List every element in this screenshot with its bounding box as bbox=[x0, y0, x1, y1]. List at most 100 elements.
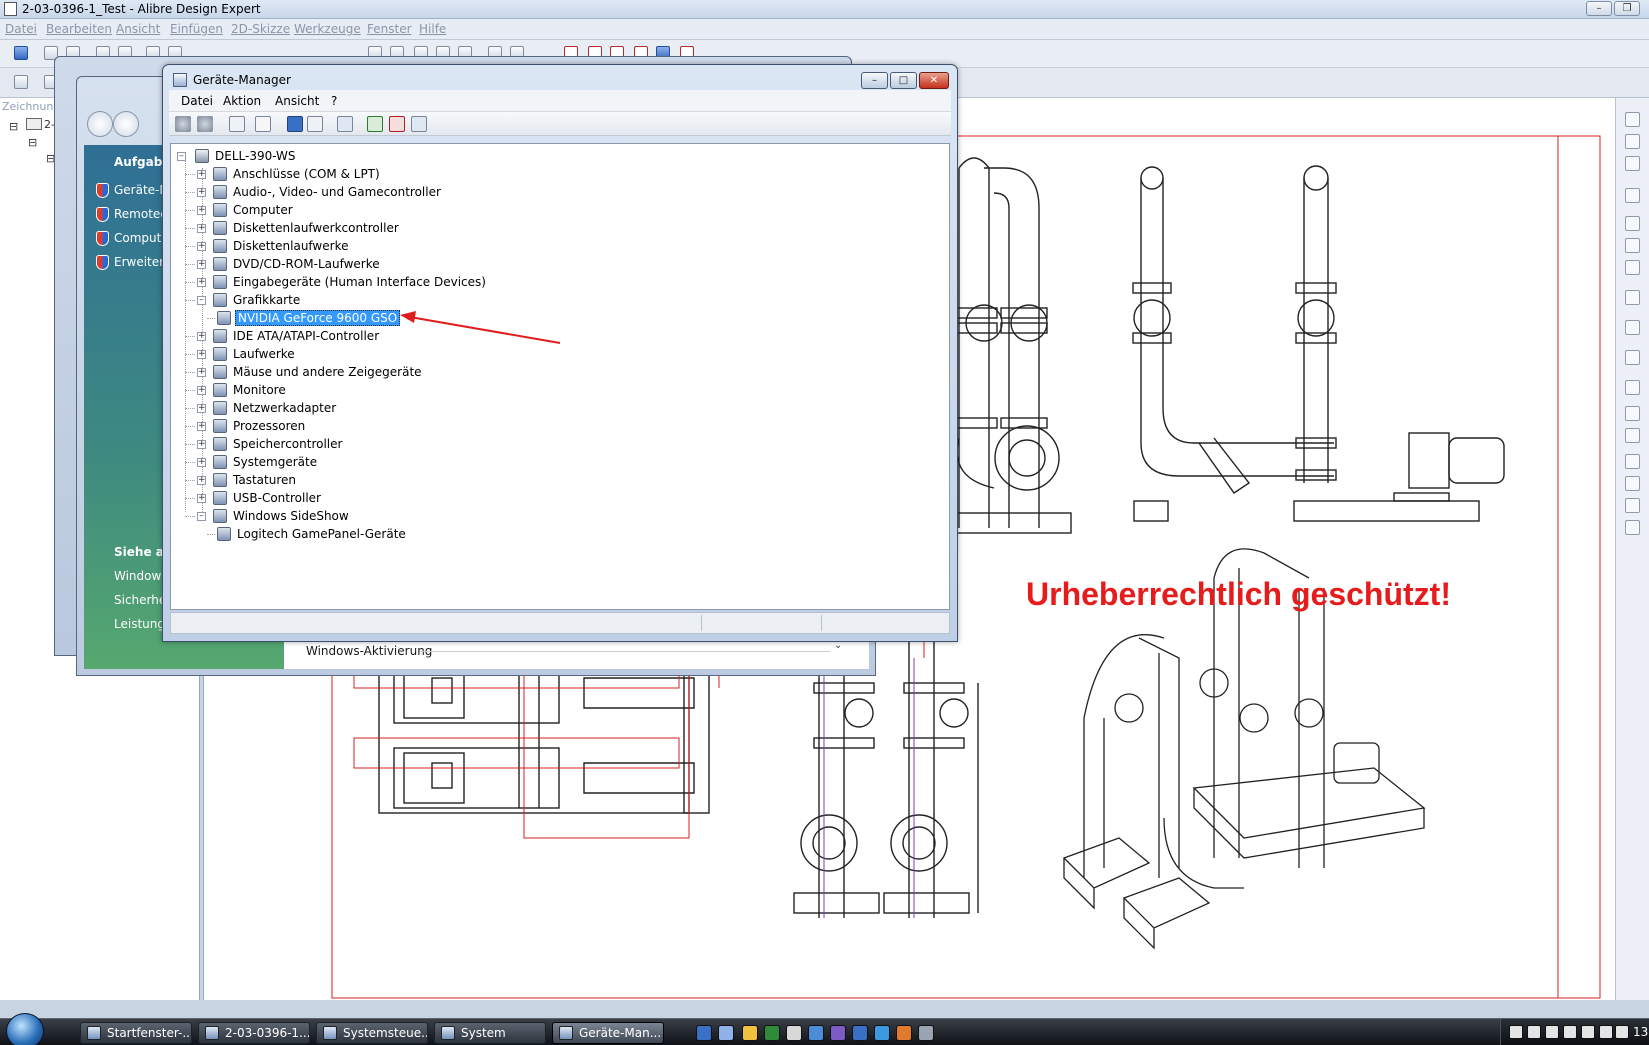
tray-warning-icon[interactable] bbox=[1545, 1025, 1559, 1039]
sketch-line-icon[interactable] bbox=[1625, 216, 1640, 231]
forward-arrow-icon[interactable] bbox=[197, 116, 213, 132]
device-category-row[interactable]: + Computer bbox=[185, 202, 595, 219]
cad-menu-bearbeiten[interactable]: Bearbeiten bbox=[46, 22, 112, 36]
start-button[interactable] bbox=[6, 1013, 44, 1045]
view-icon[interactable] bbox=[307, 116, 323, 132]
clock[interactable]: 13 bbox=[1633, 1025, 1648, 1039]
tree-root-row[interactable]: – DELL-390-WS bbox=[177, 148, 477, 165]
grid-icon[interactable] bbox=[1625, 112, 1640, 127]
device-category-row[interactable]: – Grafikkarte bbox=[185, 292, 595, 309]
tray-info-icon[interactable] bbox=[1563, 1025, 1577, 1039]
mirror-icon[interactable] bbox=[1625, 520, 1640, 535]
expand-icon[interactable]: + bbox=[197, 206, 206, 215]
tray-firefox-icon[interactable] bbox=[1509, 1025, 1523, 1039]
expand-icon[interactable]: + bbox=[197, 386, 206, 395]
device-category-row[interactable]: + Tastaturen bbox=[185, 472, 595, 489]
expand-icon[interactable]: + bbox=[197, 350, 206, 359]
update-driver-icon[interactable] bbox=[367, 116, 383, 132]
quicklaunch-app-icon[interactable] bbox=[830, 1025, 846, 1041]
quicklaunch-app-icon[interactable] bbox=[786, 1025, 802, 1041]
menu-aktion[interactable]: Aktion bbox=[223, 94, 261, 108]
device-row[interactable]: NVIDIA GeForce 9600 GSO bbox=[207, 310, 615, 327]
tray-display-icon[interactable] bbox=[1581, 1025, 1595, 1039]
device-category-row[interactable]: + Systemgeräte bbox=[185, 454, 595, 471]
collapse-icon[interactable]: – bbox=[197, 296, 206, 305]
tree-collapse-icon[interactable]: ⊟ bbox=[9, 120, 18, 133]
expand-icon[interactable]: + bbox=[197, 458, 206, 467]
collapse-icon[interactable]: – bbox=[197, 512, 206, 521]
line-icon[interactable] bbox=[1625, 156, 1640, 171]
task-link-advanced[interactable]: Erweitert bbox=[114, 255, 169, 269]
show-hide-console-tree-icon[interactable] bbox=[229, 116, 245, 132]
expand-icon[interactable]: + bbox=[197, 476, 206, 485]
close-button[interactable]: ✕ bbox=[919, 72, 949, 89]
task-link-computer-protection[interactable]: Compute bbox=[114, 231, 169, 245]
crosshair-icon[interactable] bbox=[1625, 134, 1640, 149]
offset-icon[interactable] bbox=[1625, 498, 1640, 513]
expand-icon[interactable]: + bbox=[197, 332, 206, 341]
hatch-icon[interactable] bbox=[1625, 380, 1640, 395]
device-category-row[interactable]: + Netzwerkadapter bbox=[185, 400, 595, 417]
scan-hardware-icon[interactable] bbox=[337, 116, 353, 132]
device-category-row[interactable]: + Mäuse und andere Zeigegeräte bbox=[185, 364, 595, 381]
device-category-row[interactable]: + Audio-, Video- und Gamecontroller bbox=[185, 184, 595, 201]
trim-icon[interactable] bbox=[1625, 428, 1640, 443]
device-category-row[interactable]: + Anschlüsse (COM & LPT) bbox=[185, 166, 595, 183]
expand-icon[interactable]: + bbox=[197, 422, 206, 431]
cad-menu-hilfe[interactable]: Hilfe bbox=[419, 22, 446, 36]
expand-icon[interactable]: + bbox=[197, 404, 206, 413]
cad-restore-button[interactable]: ❐ bbox=[1614, 1, 1640, 16]
device-category-row[interactable]: – Windows SideShow bbox=[185, 508, 595, 525]
device-category-row[interactable]: + Eingabegeräte (Human Interface Devices) bbox=[185, 274, 595, 291]
expand-icon[interactable]: + bbox=[197, 242, 206, 251]
menu-ansicht[interactable]: Ansicht bbox=[275, 94, 319, 108]
cad-menu-ansicht[interactable]: Ansicht bbox=[116, 22, 160, 36]
back-icon[interactable] bbox=[87, 111, 113, 137]
device-category-row[interactable]: + Prozessoren bbox=[185, 418, 595, 435]
tray-volume-icon[interactable] bbox=[1615, 1025, 1629, 1039]
cad-menu-datei[interactable]: Datei bbox=[5, 22, 37, 36]
maximize-button[interactable]: □ bbox=[890, 72, 917, 89]
taskbar-button-system[interactable]: System bbox=[434, 1022, 546, 1044]
new-file-icon[interactable] bbox=[14, 46, 28, 60]
help-icon[interactable] bbox=[287, 116, 303, 132]
expand-icon[interactable]: + bbox=[197, 278, 206, 287]
minimize-button[interactable]: – bbox=[861, 72, 888, 89]
point-icon[interactable] bbox=[1625, 350, 1640, 365]
tree-collapse-icon[interactable]: ⊟ bbox=[28, 136, 37, 149]
quicklaunch-media-icon[interactable] bbox=[742, 1025, 758, 1041]
expand-icon[interactable]: + bbox=[197, 224, 206, 233]
device-category-row[interactable]: + USB-Controller bbox=[185, 490, 595, 507]
polygon-icon[interactable] bbox=[1625, 320, 1640, 335]
cad-menu-fenster[interactable]: Fenster bbox=[367, 22, 412, 36]
measure-icon[interactable] bbox=[1625, 406, 1640, 421]
expand-icon[interactable]: + bbox=[197, 440, 206, 449]
device-row[interactable]: Logitech GamePanel-Geräte bbox=[207, 526, 615, 543]
device-category-row[interactable]: + Speichercontroller bbox=[185, 436, 595, 453]
menu-datei[interactable]: Datei bbox=[181, 94, 213, 108]
see-also-link-performance[interactable]: Leistung bbox=[114, 617, 165, 631]
forward-icon[interactable] bbox=[113, 111, 139, 137]
properties-icon[interactable] bbox=[255, 116, 271, 132]
tray-m-icon[interactable] bbox=[1599, 1025, 1613, 1039]
quicklaunch-excel-icon[interactable] bbox=[764, 1025, 780, 1041]
arc-icon[interactable] bbox=[1625, 260, 1640, 275]
quicklaunch-ie-icon[interactable] bbox=[874, 1025, 890, 1041]
cad-minimize-button[interactable]: – bbox=[1586, 1, 1612, 16]
rectangle-icon[interactable] bbox=[1625, 290, 1640, 305]
quicklaunch-desktop-icon[interactable] bbox=[696, 1025, 712, 1041]
cad-menu-2d-skizze[interactable]: 2D-Skizze bbox=[231, 22, 290, 36]
quicklaunch-window-switch-icon[interactable] bbox=[718, 1025, 734, 1041]
device-category-row[interactable]: + Diskettenlaufwerke bbox=[185, 238, 595, 255]
cad-menu-einfuegen[interactable]: Einfügen bbox=[170, 22, 223, 36]
uninstall-icon[interactable] bbox=[389, 116, 405, 132]
expand-icon[interactable]: + bbox=[197, 188, 206, 197]
drawing-view-icon[interactable] bbox=[14, 75, 28, 89]
see-also-link-security[interactable]: Sicherhe bbox=[114, 593, 166, 607]
see-also-link-windows[interactable]: Windows bbox=[114, 569, 168, 583]
device-category-row[interactable]: + Laufwerke bbox=[185, 346, 595, 363]
device-category-row[interactable]: + Monitore bbox=[185, 382, 595, 399]
cad-menu-werkzeuge[interactable]: Werkzeuge bbox=[294, 22, 361, 36]
device-tree[interactable]: – DELL-390-WS + Anschlüsse (COM & LPT) + Au… bbox=[170, 143, 950, 610]
taskbar-button-alibre[interactable]: 2-03-0396-1... bbox=[198, 1022, 310, 1044]
